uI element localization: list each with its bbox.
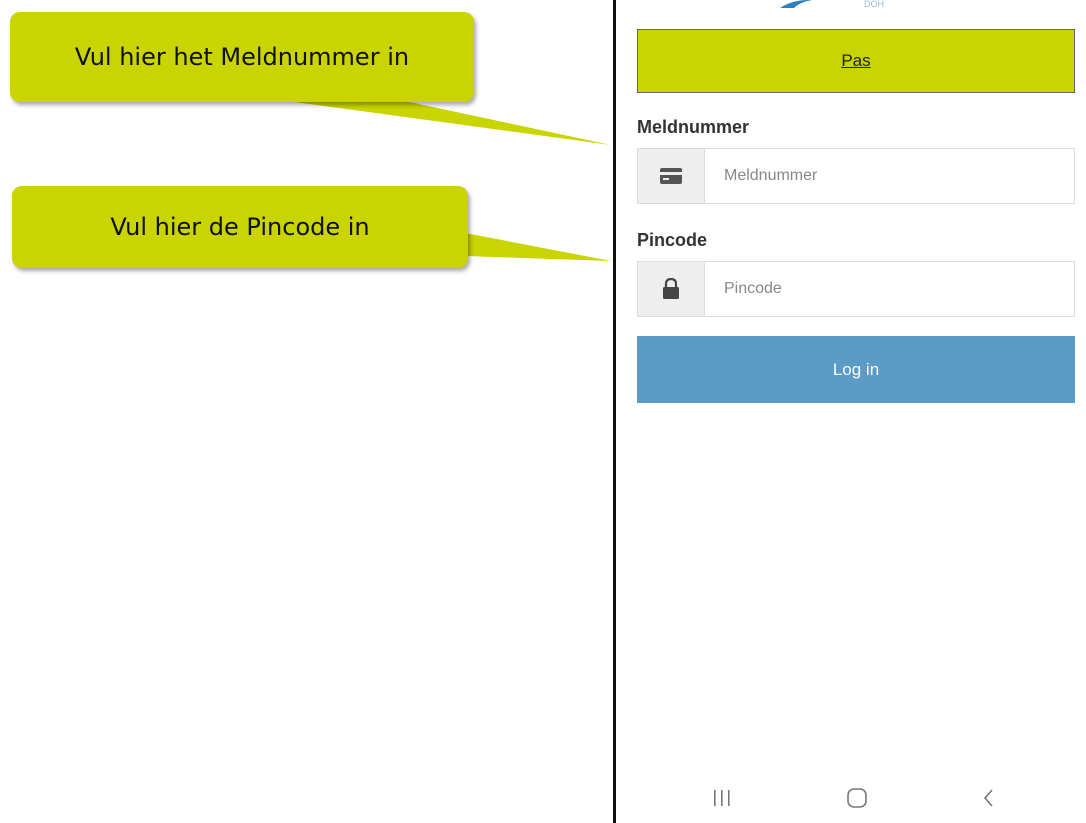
callout-pincode: Vul hier de Pincode in — [12, 186, 468, 268]
phone-frame-edge — [613, 0, 616, 823]
page: DOH Pas Meldnummer Pincode Log in — [0, 0, 1086, 823]
callout-pointers — [280, 100, 611, 261]
callout-meldnummer: Vul hier het Meldnummer in — [10, 12, 474, 102]
